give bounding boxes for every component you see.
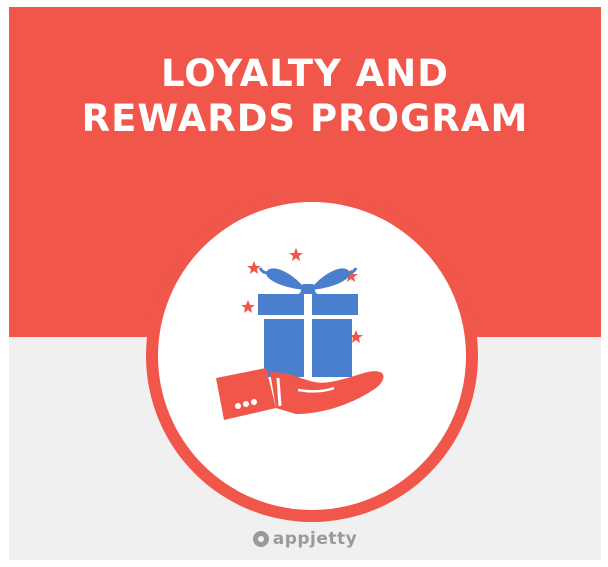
logo-text: appjetty [272,529,358,549]
gift-illustration [216,248,384,420]
gift-box-icon [258,267,358,377]
page-title: LOYALTY AND REWARDS PROGRAM [9,51,601,141]
star-icon [241,300,255,313]
appjetty-logo-icon [252,531,269,547]
title-line-2: REWARDS PROGRAM [81,97,529,140]
star-icon [289,248,303,261]
badge-ring [146,190,478,522]
loyalty-banner: LOYALTY AND REWARDS PROGRAM appjetty [9,7,601,560]
star-icon [247,261,261,274]
badge-circle [158,202,466,510]
title-line-1: LOYALTY AND [161,52,449,95]
appjetty-logo: appjetty [9,529,601,549]
